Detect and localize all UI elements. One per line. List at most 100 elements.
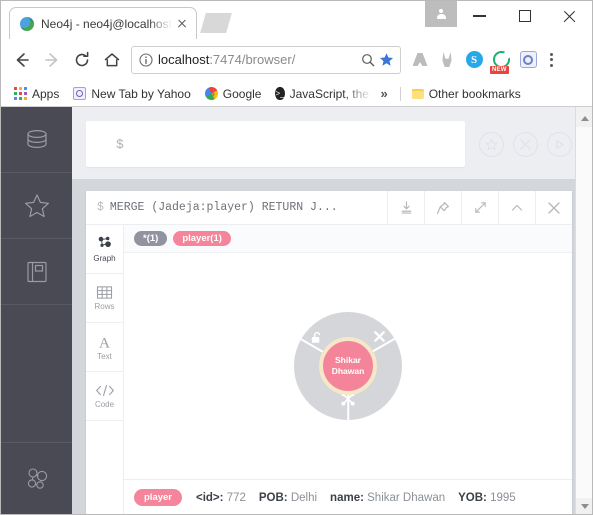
bookmark-javascript[interactable]: >_ JavaScript, the weird p [268,87,372,101]
clear-query-button[interactable] [513,131,538,157]
address-bar[interactable]: localhost:7474/browser/ [131,45,401,74]
favorite-query-button[interactable] [479,131,504,157]
pin-button[interactable] [424,191,461,224]
url-host: localhost [158,52,210,67]
frame-query-text[interactable]: $ MERGE (Jadeja:player) RETURN J... [86,191,387,224]
url-path: :7474/browser/ [209,52,296,67]
table-icon [96,286,113,299]
back-button[interactable] [7,45,37,75]
sidebar-item-favorites[interactable] [1,173,72,239]
sidebar-item-database[interactable] [1,107,72,173]
scroll-down-arrow[interactable] [576,498,592,514]
minimize-button[interactable] [457,1,502,31]
neo4j-browser: $ $ MERGE (Jadeja:player) RETURN J... Gr… [1,107,592,514]
browser-window: Neo4j - neo4j@localhost localhost:7474/b… [0,0,593,515]
tab-label: Graph [93,253,116,263]
scrollbar-track[interactable] [576,127,592,498]
sidebar-item-documents[interactable] [1,239,72,305]
frame-query-string: MERGE (Jadeja:player) RETURN J... [109,201,338,214]
run-query-button[interactable] [547,131,572,157]
graph-canvas[interactable]: Shikar Dhawan [124,253,572,479]
property-key: POB: [258,491,288,504]
fullscreen-button[interactable] [461,191,498,224]
download-button[interactable] [387,191,424,224]
reload-icon [75,51,89,66]
view-tabs: Graph Rows A Text Code [86,225,124,514]
home-button[interactable] [97,45,127,75]
tab-code[interactable]: Code [86,372,123,421]
x-icon[interactable] [373,330,386,343]
pin-icon [436,201,449,214]
legend-bar: *(1) player(1) [124,225,572,253]
close-icon [562,9,577,24]
browser-tab[interactable]: Neo4j - neo4j@localhost [9,7,197,39]
bookmarks-overflow-button[interactable]: » [372,86,395,101]
bookmark-google[interactable]: G Google [198,87,269,101]
star-filled-icon[interactable] [379,52,394,67]
query-editor-area: $ [72,107,592,179]
search-icon[interactable] [361,53,375,67]
property-value: Delhi [290,491,318,504]
property-value: Shikar Dhawan [367,491,446,504]
svg-text:A: A [99,335,110,349]
node-caption-line1: Shikar [335,355,361,366]
green-extension[interactable]: NEW [488,47,514,74]
graph-icon [98,236,111,247]
bookmarks-bar: Apps New Tab by Yahoo G Google >_ JavaSc… [1,81,592,107]
close-window-button[interactable] [547,1,592,31]
node-circle[interactable]: Shikar Dhawan [319,337,377,395]
maximize-button[interactable] [502,1,547,31]
close-icon[interactable] [174,16,190,32]
property-value: 772 [226,491,246,504]
frame-header: $ MERGE (Jadeja:player) RETURN J... [86,191,572,225]
rabbit-extension[interactable] [434,47,460,73]
legend-pill-player[interactable]: player(1) [173,230,231,247]
book-icon [26,261,47,282]
node-detail-bar: player <id>: 772 POB: Delhi name: Shikar… [124,479,572,514]
tab-text[interactable]: A Text [86,323,123,372]
back-arrow-icon [16,52,29,67]
page-info-icon [139,52,153,67]
neo4j-sidebar [1,107,72,514]
property-key: name: [330,491,364,504]
yahoo-extension[interactable] [515,47,541,73]
scroll-up-arrow[interactable] [576,110,592,127]
query-input[interactable]: $ [86,121,465,167]
sidebar-item-about[interactable] [1,443,72,514]
tab-label: Code [94,400,115,409]
star-icon [24,193,49,217]
tab-title: Neo4j - neo4j@localhost [41,16,172,31]
close-icon [548,201,560,214]
vertical-scrollbar[interactable] [575,107,592,514]
close-frame-button[interactable] [535,191,572,224]
legend-pill-all[interactable]: *(1) [134,230,168,247]
download-icon [401,201,411,214]
chevron-up-icon [511,204,523,211]
apps-shortcut[interactable]: Apps [7,87,66,101]
tab-graph[interactable]: Graph [86,225,123,274]
detail-property-name: name: Shikar Dhawan [330,492,445,504]
detail-label-pill[interactable]: player [134,489,182,506]
forward-arrow-icon [45,52,58,67]
unlock-icon[interactable] [310,331,323,344]
bookmark-label: Google [222,86,262,101]
detail-property-yob: YOB: 1995 [458,492,516,504]
folder-icon [411,88,424,99]
kebab-menu-icon[interactable] [542,47,560,73]
result-frame: $ MERGE (Jadeja:player) RETURN J... Grap… [86,191,572,514]
minimize-icon [473,15,486,17]
forward-button[interactable] [37,45,67,75]
profile-button[interactable] [425,1,457,27]
collapse-button[interactable] [498,191,535,224]
bookmark-new-tab-yahoo[interactable]: New Tab by Yahoo [66,87,197,101]
tab-rows[interactable]: Rows [86,274,123,323]
google-drive-extension[interactable] [407,47,433,73]
star-circle-icon [485,138,498,150]
skype-extension[interactable]: S [461,47,487,73]
new-tab-button[interactable] [200,13,232,33]
graph-node[interactable]: Shikar Dhawan [294,312,402,420]
code-icon [95,385,114,396]
other-bookmarks-folder[interactable]: Other bookmarks [405,87,528,101]
yahoo-icon [519,51,537,68]
reload-button[interactable] [67,45,97,75]
